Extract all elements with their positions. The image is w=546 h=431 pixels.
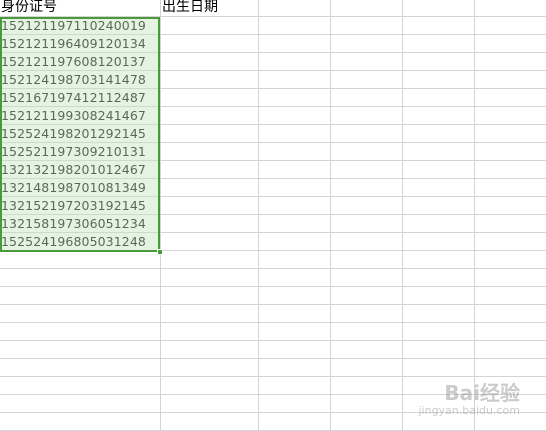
cell-id-number[interactable] bbox=[0, 269, 160, 286]
cell-id-number[interactable] bbox=[0, 359, 160, 376]
table-row bbox=[0, 305, 546, 323]
cell-id-number[interactable] bbox=[0, 395, 160, 412]
table-row bbox=[0, 269, 546, 287]
cell-id-number[interactable] bbox=[0, 377, 160, 394]
cell-birth-date[interactable] bbox=[161, 251, 258, 268]
watermark-brand: Bai经验 bbox=[444, 381, 520, 405]
cell-birth-date[interactable] bbox=[161, 305, 258, 322]
header-cell-birth-date[interactable]: 出生日期 bbox=[161, 0, 258, 16]
cell-birth-date[interactable] bbox=[161, 215, 258, 232]
cell-birth-date[interactable] bbox=[161, 179, 258, 196]
table-row: 身份证号 出生日期 bbox=[0, 0, 546, 17]
spreadsheet-grid[interactable]: 身份证号 出生日期 152121197110240019 15212119640912… bbox=[0, 0, 546, 431]
table-row bbox=[0, 341, 546, 359]
cell-id-number[interactable] bbox=[0, 341, 160, 358]
cell-birth-date[interactable] bbox=[161, 125, 258, 142]
header-cell-id-number[interactable]: 身份证号 bbox=[0, 0, 160, 16]
cell-birth-date[interactable] bbox=[161, 197, 258, 214]
cell-birth-date[interactable] bbox=[161, 35, 258, 52]
cell-birth-date[interactable] bbox=[161, 341, 258, 358]
cell-birth-date[interactable] bbox=[161, 71, 258, 88]
cell-id-number[interactable] bbox=[0, 251, 160, 268]
cell-birth-date[interactable] bbox=[161, 287, 258, 304]
table-row bbox=[0, 359, 546, 377]
cell-birth-date[interactable] bbox=[161, 377, 258, 394]
cell-birth-date[interactable] bbox=[161, 17, 258, 34]
cell-id-number[interactable] bbox=[0, 413, 160, 430]
selection-range[interactable] bbox=[0, 17, 160, 252]
cell-birth-date[interactable] bbox=[161, 323, 258, 340]
fill-handle[interactable] bbox=[157, 249, 163, 255]
table-row bbox=[0, 287, 546, 305]
cell-birth-date[interactable] bbox=[161, 107, 258, 124]
cell-id-number[interactable] bbox=[0, 305, 160, 322]
cell-birth-date[interactable] bbox=[161, 359, 258, 376]
baidu-watermark: Bai经验 jingyan.baidu.com bbox=[418, 377, 520, 417]
cell-id-number[interactable] bbox=[0, 323, 160, 340]
table-row bbox=[0, 251, 546, 269]
cell-id-number[interactable] bbox=[0, 287, 160, 304]
watermark-url: jingyan.baidu.com bbox=[418, 404, 520, 417]
cell-birth-date[interactable] bbox=[161, 269, 258, 286]
cell-birth-date[interactable] bbox=[161, 413, 258, 430]
cell-birth-date[interactable] bbox=[161, 233, 258, 250]
cell-birth-date[interactable] bbox=[161, 161, 258, 178]
cell-birth-date[interactable] bbox=[161, 89, 258, 106]
table-row bbox=[0, 323, 546, 341]
cell-birth-date[interactable] bbox=[161, 395, 258, 412]
cell-birth-date[interactable] bbox=[161, 143, 258, 160]
cell-birth-date[interactable] bbox=[161, 53, 258, 70]
